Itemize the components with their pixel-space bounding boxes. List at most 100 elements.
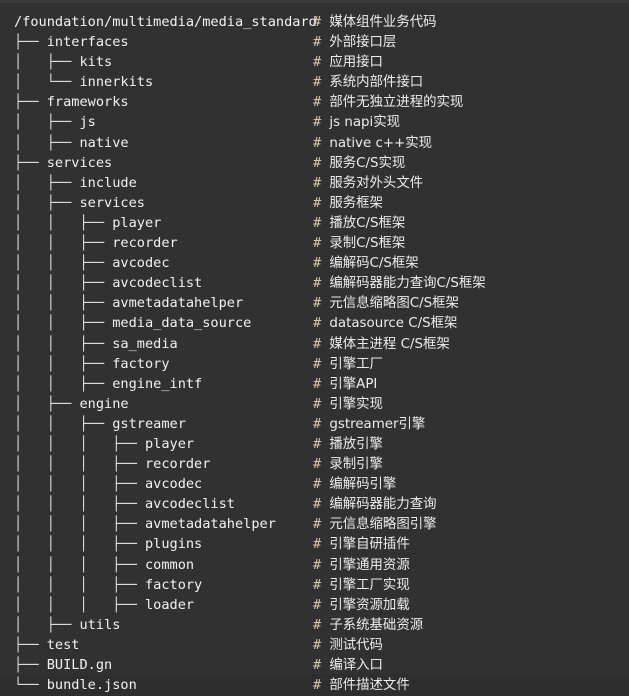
tree-node-label: js [79, 114, 96, 131]
comment-text: 部件无独立进程的实现 [329, 95, 464, 111]
tree-entry: ├── test [14, 635, 80, 655]
comment-text: 子系统基础资源 [329, 617, 424, 633]
tree-row[interactable]: │ └── innerkits # 系统内部件接口 [0, 72, 629, 92]
tree-entry: │ │ ├── recorder [14, 233, 178, 253]
tree-branch-icon: │ ├── [14, 134, 80, 151]
comment-text: 引擎API [329, 376, 378, 392]
hash-icon: # [313, 154, 322, 171]
tree-row[interactable]: │ │ │ ├── recorder # 录制引擎 [0, 454, 629, 474]
tree-row[interactable]: │ │ │ ├── plugins # 引擎自研插件 [0, 534, 629, 554]
tree-row[interactable]: │ │ ├── avcodeclist # 编解码器能力查询C/S框架 [0, 273, 629, 293]
tree-row[interactable]: │ ├── js # js napi实现 [0, 112, 629, 132]
tree-node-comment: # 编解码C/S框架 [313, 253, 419, 274]
tree-row[interactable]: │ │ ├── factory # 引擎工厂 [0, 354, 629, 374]
tree-row[interactable]: │ │ │ ├── avcodec # 编解码引擎 [0, 474, 629, 494]
tree-node-comment: # 元信息缩略图引擎 [313, 514, 437, 535]
tree-row[interactable]: │ │ ├── gstreamer # gstreamer引擎 [0, 414, 629, 434]
tree-entry: │ │ ├── gstreamer [14, 414, 186, 434]
tree-row[interactable]: ├── frameworks # 部件无独立进程的实现 [0, 92, 629, 112]
tree-row[interactable]: │ ├── services # 服务框架 [0, 193, 629, 213]
tree-row[interactable]: │ │ │ ├── common # 引擎通用资源 [0, 555, 629, 575]
tree-node-label: services [79, 194, 145, 211]
tree-node-comment: # native c++实现 [313, 133, 432, 154]
comment-text: gstreamer引擎 [329, 416, 426, 432]
comment-text: 测试代码 [329, 637, 383, 653]
tree-row[interactable]: │ │ ├── player # 播放C/S框架 [0, 213, 629, 233]
comment-text: 编解码C/S框架 [329, 256, 419, 272]
tree-row[interactable]: ├── interfaces # 外部接口层 [0, 32, 629, 52]
tree-row[interactable]: │ │ │ ├── avcodeclist # 编解码器能力查询 [0, 494, 629, 514]
tree-row[interactable]: │ │ ├── engine_intf # 引擎API [0, 374, 629, 394]
hash-icon: # [313, 194, 322, 211]
tree-branch-icon: │ ├── [14, 616, 80, 633]
tree-node-comment: # 部件无独立进程的实现 [313, 92, 463, 113]
tree-branch-icon: ├── [14, 34, 47, 51]
root-comment: # 媒体组件业务代码 [313, 14, 437, 30]
tree-row[interactable]: │ │ │ ├── factory # 引擎工厂实现 [0, 575, 629, 595]
tree-entry: ├── interfaces [14, 32, 129, 52]
tree-row[interactable]: │ ├── kits # 应用接口 [0, 52, 629, 72]
tree-entry: │ │ │ ├── plugins [14, 534, 202, 554]
tree-entry: │ │ │ ├── loader [14, 595, 194, 615]
tree-branch-icon: │ ├── [14, 174, 80, 191]
tree-entry: │ │ │ ├── recorder [14, 454, 210, 474]
tree-row[interactable]: │ ├── engine # 引擎实现 [0, 394, 629, 414]
tree-entry: ├── services [14, 153, 112, 173]
tree-row[interactable]: │ ├── include # 服务对外头文件 [0, 173, 629, 193]
tree-node-comment: # 外部接口层 [313, 32, 396, 53]
hash-icon: # [313, 677, 322, 694]
tree-row[interactable]: ├── BUILD.gn # 编译入口 [0, 655, 629, 675]
hash-icon: # [313, 14, 322, 30]
comment-text: 录制C/S框架 [329, 236, 406, 252]
tree-row[interactable]: │ │ │ ├── player # 播放引擎 [0, 434, 629, 454]
tree-row[interactable]: ├── test # 测试代码 [0, 635, 629, 655]
tree-row[interactable]: │ │ ├── avcodec # 编解码C/S框架 [0, 253, 629, 273]
tree-row[interactable]: │ │ │ ├── loader # 引擎资源加载 [0, 595, 629, 615]
tree-node-label: recorder [144, 456, 211, 473]
tree-row[interactable]: │ ├── utils # 子系统基础资源 [0, 615, 629, 635]
comment-text: 编译入口 [329, 658, 383, 673]
tree-node-label: player [112, 214, 162, 231]
tree-row[interactable]: │ │ ├── avmetadatahelper # 元信息缩略图C/S框架 [0, 293, 629, 313]
tree-node-label: BUILD.gn [46, 657, 113, 673]
comment-text: 引擎自研插件 [329, 537, 410, 553]
comment-text: 引擎通用资源 [329, 557, 410, 573]
tree-node-label: interfaces [46, 34, 129, 51]
hash-icon: # [313, 275, 322, 292]
tree-node-comment: # 编解码器能力查询 [313, 494, 437, 515]
comment-text: 编解码器能力查询C/S框架 [329, 276, 486, 292]
tree-node-label: services [46, 154, 113, 171]
tree-row[interactable]: │ │ ├── sa_media # 媒体主进程 C/S框架 [0, 334, 629, 354]
tree-row[interactable]: │ │ ├── recorder # 录制C/S框架 [0, 233, 629, 253]
comment-text: 编解码器能力查询 [329, 497, 437, 513]
tree-entry: │ │ ├── avcodeclist [14, 273, 202, 293]
tree-node-label: engine [79, 395, 129, 412]
tree-row[interactable]: ├── services # 服务C/S实现 [0, 153, 629, 173]
hash-icon: # [313, 415, 322, 432]
tree-node-label: avcodeclist [144, 496, 235, 513]
tree-node-comment: # 录制C/S框架 [313, 233, 405, 254]
tree-row[interactable]: │ │ ├── media_data_source # datasource C/… [0, 313, 629, 333]
tree-node-label: bundle.json [46, 677, 137, 694]
tree-branch-icon: │ ├── [14, 54, 80, 71]
tree-node-comment: # 编解码引擎 [313, 474, 396, 495]
tree-branch-icon: │ │ │ ├── [14, 476, 145, 493]
tree-branch-icon: │ │ ├── [14, 375, 113, 392]
hash-icon: # [313, 74, 322, 91]
tree-row[interactable]: └── bundle.json # 部件描述文件 [0, 675, 629, 695]
hash-icon: # [313, 34, 322, 51]
tree-node-label: avmetadatahelper [144, 516, 276, 533]
tree-node-label: factory [144, 576, 203, 593]
tree-branch-icon: │ │ ├── [14, 275, 113, 292]
tree-row[interactable]: │ │ │ ├── avmetadatahelper # 元信息缩略图引擎 [0, 514, 629, 534]
tree-node-label: engine_intf [112, 375, 203, 392]
terminal-window: /foundation/multimedia/media_standard # … [0, 0, 629, 693]
tree-node-label: utils [79, 616, 121, 633]
tree-branch-icon: │ ├── [14, 114, 80, 131]
hash-icon: # [313, 335, 322, 352]
tree-branch-icon: ├── [14, 154, 47, 171]
tree-row[interactable]: │ ├── native # native c++实现 [0, 133, 629, 153]
tree-node-comment: # 编译入口 [313, 655, 383, 676]
tree-node-label: avcodec [112, 255, 170, 272]
tree-branch-icon: │ └── [14, 74, 80, 91]
